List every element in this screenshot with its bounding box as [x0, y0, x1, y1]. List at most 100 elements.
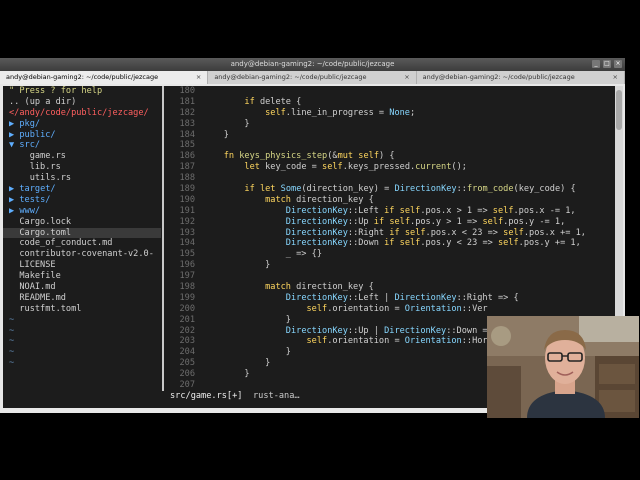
tree-item-dir[interactable]: ▶ pkg/ [3, 119, 161, 130]
line-number: 199 [179, 292, 195, 303]
tree-item-label: lib.rs [9, 162, 61, 173]
tab-close-icon[interactable]: × [196, 71, 201, 84]
tree-help: " Press ? for help [9, 86, 103, 96]
tab-3[interactable]: andy@debian-gaming2: ~/code/public/jezca… [417, 71, 625, 84]
code-line[interactable]: 193 DirectionKey::Right if self.pos.x < … [165, 228, 615, 239]
tree-item-file[interactable]: NOAI.md [3, 282, 161, 293]
code-text: DirectionKey::Up | DirectionKey::Down => [285, 325, 493, 336]
tab-close-icon[interactable]: × [404, 71, 409, 84]
code-line[interactable]: 187 let key_code = self.keys_pressed.cur… [165, 162, 615, 173]
tree-item-file[interactable]: game.rs [3, 151, 161, 162]
tree-item-file[interactable]: code_of_conduct.md [3, 238, 161, 249]
tree-item-file[interactable]: Cargo.toml [3, 227, 161, 239]
tree-item-label: code_of_conduct.md [9, 238, 113, 249]
code-text: self.line_in_progress = None; [265, 107, 416, 118]
tree-item-label: NOAI.md [9, 282, 56, 293]
tree-item-label: game.rs [9, 151, 66, 162]
code-line[interactable]: 189 if let Some(direction_key) = Directi… [165, 184, 615, 195]
window-titlebar[interactable]: andy@debian-gaming2: ~/code/public/jezca… [0, 58, 625, 71]
code-text: self.orientation = Orientation::Ver [306, 303, 488, 314]
tree-item-file[interactable]: lib.rs [3, 162, 161, 173]
empty-line-marker: ~ [9, 358, 15, 369]
code-text: } [203, 129, 229, 140]
tree-item-label: Cargo.lock [9, 216, 72, 227]
tab-1[interactable]: andy@debian-gaming2: ~/code/public/jezca… [0, 71, 209, 84]
code-line[interactable]: 195 _ => {} [165, 249, 615, 260]
split-separator[interactable] [162, 86, 164, 391]
empty-line-marker: ~ [9, 314, 15, 325]
code-text: DirectionKey::Up if self.pos.y > 1 => se… [285, 216, 566, 227]
code-line[interactable]: 181 if delete { [165, 97, 615, 108]
webcam-overlay [487, 316, 639, 418]
code-text: DirectionKey::Down if self.pos.y < 23 =>… [285, 238, 581, 249]
code-line[interactable]: 194 DirectionKey::Down if self.pos.y < 2… [165, 238, 615, 249]
tree-item-dir[interactable]: ▼ src/ [3, 140, 161, 151]
code-line[interactable]: 183 } [165, 119, 615, 130]
code-text: match direction_key { [265, 282, 374, 293]
tab-label: andy@debian-gaming2: ~/code/public/jezca… [214, 73, 367, 81]
tab-2[interactable]: andy@debian-gaming2: ~/code/public/jezca… [208, 71, 417, 84]
code-line[interactable]: 182 self.line_in_progress = None; [165, 108, 615, 119]
line-number: 182 [179, 107, 195, 118]
code-line[interactable]: 188 [165, 173, 615, 184]
tab-label: andy@debian-gaming2: ~/code/public/jezca… [6, 73, 159, 81]
tree-item-dir[interactable]: ▶ target/ [3, 184, 161, 195]
close-icon[interactable]: × [614, 60, 622, 68]
code-text: if let Some(direction_key) = DirectionKe… [244, 184, 576, 195]
tree-up-dir[interactable]: .. (up a dir) [3, 97, 161, 108]
line-number: 184 [179, 129, 195, 140]
chevron-down-icon[interactable]: ▼ [9, 140, 14, 150]
code-line[interactable]: 192 DirectionKey::Up if self.pos.y > 1 =… [165, 217, 615, 228]
code-line[interactable]: 180 [165, 86, 615, 97]
code-line[interactable]: 200 self.orientation = Orientation::Ver [165, 304, 615, 315]
scrollbar-thumb[interactable] [616, 90, 622, 130]
tree-item-dir[interactable]: ▶ public/ [3, 130, 161, 141]
line-number: 186 [179, 151, 195, 162]
maximize-icon[interactable]: □ [603, 60, 611, 68]
chevron-right-icon[interactable]: ▶ [9, 195, 14, 205]
code-line[interactable]: 186 fn keys_physics_step(&mut self) { [165, 151, 615, 162]
line-number: 202 [179, 325, 195, 336]
tree-root-path[interactable]: </andy/code/public/jezcage/ [3, 108, 161, 119]
tree-item-label: Cargo.toml [9, 227, 72, 238]
tree-item-label: contributor-covenant-v2.0- [9, 249, 154, 260]
minimize-icon[interactable]: _ [592, 60, 600, 68]
chevron-right-icon[interactable]: ▶ [9, 119, 14, 129]
tree-item-file[interactable]: Cargo.lock [3, 217, 161, 228]
code-text: } [203, 358, 271, 369]
code-line[interactable]: 185 [165, 140, 615, 151]
tree-item-dir[interactable]: ▶ tests/ [3, 195, 161, 206]
line-number: 204 [179, 347, 195, 358]
chevron-right-icon[interactable]: ▶ [9, 184, 14, 194]
line-number: 181 [179, 96, 195, 107]
line-number: 196 [179, 260, 195, 271]
code-text: } [203, 118, 250, 129]
code-line[interactable]: 184 } [165, 130, 615, 141]
tree-item-file[interactable]: LICENSE [3, 260, 161, 271]
line-number: 201 [179, 314, 195, 325]
code-line[interactable]: 196 } [165, 260, 615, 271]
code-line[interactable]: 199 DirectionKey::Left | DirectionKey::R… [165, 293, 615, 304]
line-number: 200 [179, 303, 195, 314]
tree-item-file[interactable]: README.md [3, 293, 161, 304]
window-title: andy@debian-gaming2: ~/code/public/jezca… [230, 60, 395, 68]
chevron-right-icon[interactable]: ▶ [9, 130, 14, 140]
tree-item-file[interactable]: utils.rs [3, 173, 161, 184]
code-text: if delete { [244, 96, 302, 107]
code-line[interactable]: 197 [165, 271, 615, 282]
nerdtree-panel[interactable]: " Press ? for help .. (up a dir) </andy/… [3, 86, 161, 391]
code-line[interactable]: 198 match direction_key { [165, 282, 615, 293]
tree-item-file[interactable]: contributor-covenant-v2.0- [3, 249, 161, 260]
line-number: 185 [179, 140, 195, 151]
tree-item-dir[interactable]: ▶ www/ [3, 206, 161, 217]
code-line[interactable]: 190 match direction_key { [165, 195, 615, 206]
line-number: 187 [179, 162, 195, 173]
tab-close-icon[interactable]: × [613, 71, 618, 84]
code-line[interactable]: 191 DirectionKey::Left if self.pos.x > 1… [165, 206, 615, 217]
line-number: 190 [179, 194, 195, 205]
chevron-right-icon[interactable]: ▶ [9, 206, 14, 216]
tree-item-file[interactable]: Makefile [3, 271, 161, 282]
tree-item-label: tests/ [19, 194, 51, 205]
tab-bar: andy@debian-gaming2: ~/code/public/jezca… [0, 71, 625, 84]
tree-item-file[interactable]: rustfmt.toml [3, 304, 161, 315]
